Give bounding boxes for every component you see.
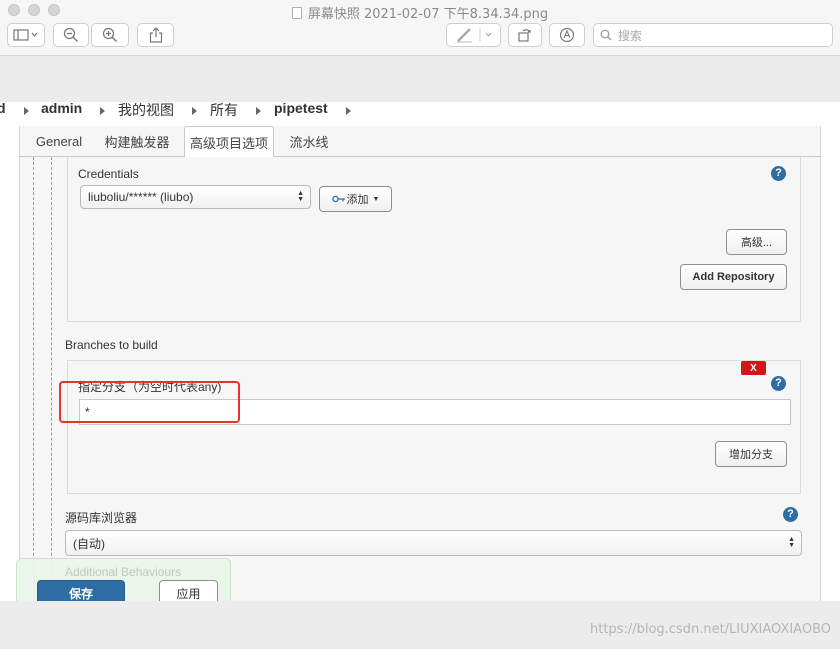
rotate-icon bbox=[518, 29, 531, 42]
sidebar-toggle-button[interactable] bbox=[7, 23, 45, 47]
branch-specifier-help-icon[interactable]: ? bbox=[771, 376, 786, 391]
window-footer: https://blog.csdn.net/LIUXIAOXIAOBO bbox=[0, 601, 840, 649]
add-repository-button[interactable]: Add Repository bbox=[680, 264, 787, 290]
markup-pen-button[interactable] bbox=[446, 23, 501, 47]
advanced-button[interactable]: 高级... bbox=[726, 229, 787, 255]
form-action-bar: Additional Behaviours 保存 应用 bbox=[16, 558, 231, 601]
watermark: https://blog.csdn.net/LIUXIAOXIAOBO bbox=[589, 622, 831, 637]
repository-browser-help-icon[interactable]: ? bbox=[783, 507, 798, 522]
apply-button[interactable]: 应用 bbox=[159, 580, 218, 601]
key-icon bbox=[331, 195, 345, 203]
select-arrows-icon: ▲ ▼ bbox=[297, 190, 304, 203]
add-branch-button[interactable]: 增加分支 bbox=[715, 441, 787, 467]
breadcrumb-separator-icon bbox=[346, 107, 351, 115]
config-tabs: General 构建触发器 高级项目选项 流水线 bbox=[20, 126, 820, 158]
search-icon bbox=[600, 29, 612, 41]
job-config-form: General 构建触发器 高级项目选项 流水线 Credentials ? l… bbox=[19, 126, 821, 601]
branches-to-build-label: Branches to build bbox=[65, 338, 158, 352]
repository-browser-select[interactable]: (自动) ▲ ▼ bbox=[65, 530, 802, 556]
annotate-button[interactable] bbox=[549, 23, 585, 47]
repository-panel: Credentials ? liuboliu/****** (liubo) ▲ ▼… bbox=[67, 157, 801, 322]
markup-pen-icon bbox=[457, 28, 492, 43]
additional-behaviours-label: Additional Behaviours bbox=[65, 565, 182, 579]
breadcrumb-item-pipetest[interactable]: pipetest bbox=[274, 100, 328, 116]
tab-advanced-project-options[interactable]: 高级项目选项 bbox=[184, 126, 274, 158]
image-canvas: d admin 我的视图 所有 pipetest General 构建触发器 高… bbox=[0, 56, 840, 601]
breadcrumb-separator-icon bbox=[192, 107, 197, 115]
tab-general[interactable]: General bbox=[30, 126, 88, 157]
document-icon bbox=[291, 7, 302, 19]
jenkins-page: d admin 我的视图 所有 pipetest General 构建触发器 高… bbox=[0, 100, 840, 601]
search-input[interactable]: 搜索 bbox=[593, 23, 833, 47]
caret-down-icon: ▼ bbox=[372, 195, 380, 203]
tab-build-triggers[interactable]: 构建触发器 bbox=[100, 126, 174, 157]
section-guide-line bbox=[51, 157, 52, 601]
highlight-annotation bbox=[59, 381, 240, 423]
breadcrumb-separator-icon bbox=[24, 107, 29, 115]
sidebar-toggle-icon bbox=[13, 29, 38, 41]
breadcrumb-item-all[interactable]: 所有 bbox=[210, 100, 238, 120]
repository-browser-select-value: (自动) bbox=[73, 536, 105, 551]
credentials-select-value: liuboliu/****** (liubo) bbox=[88, 190, 194, 204]
delete-branch-button[interactable]: X bbox=[741, 361, 766, 375]
add-credentials-label: 添加 bbox=[346, 194, 369, 206]
share-icon bbox=[149, 27, 162, 43]
zoom-out-icon bbox=[63, 27, 79, 43]
breadcrumb-item-my-views[interactable]: 我的视图 bbox=[118, 100, 174, 120]
repository-browser-label: 源码库浏览器 bbox=[65, 511, 138, 525]
breadcrumb-separator-icon bbox=[256, 107, 261, 115]
annotate-icon bbox=[559, 27, 575, 43]
breadcrumb-separator-icon bbox=[100, 107, 105, 115]
zoom-in-button[interactable] bbox=[91, 23, 129, 47]
rotate-button[interactable] bbox=[508, 23, 542, 47]
select-arrows-icon: ▲ ▼ bbox=[788, 536, 795, 549]
add-credentials-button[interactable]: 添加 ▼ bbox=[319, 186, 392, 212]
section-guide-line bbox=[33, 157, 34, 601]
credentials-help-icon[interactable]: ? bbox=[771, 166, 786, 181]
zoom-out-button[interactable] bbox=[53, 23, 89, 47]
zoom-in-icon bbox=[102, 27, 118, 43]
tab-pipeline[interactable]: 流水线 bbox=[285, 126, 333, 157]
breadcrumb-item[interactable]: d bbox=[0, 100, 6, 116]
search-placeholder: 搜索 bbox=[618, 28, 643, 43]
window-titlebar: 屏幕快照 2021-02-07 下午8.34.34.png 搜索 bbox=[0, 0, 840, 56]
save-button[interactable]: 保存 bbox=[37, 580, 125, 601]
window-title: 屏幕快照 2021-02-07 下午8.34.34.png bbox=[0, 3, 840, 22]
credentials-label: Credentials bbox=[78, 167, 139, 181]
share-button[interactable] bbox=[137, 23, 174, 47]
credentials-select[interactable]: liuboliu/****** (liubo) ▲ ▼ bbox=[80, 185, 311, 209]
breadcrumb-item-admin[interactable]: admin bbox=[41, 100, 82, 116]
